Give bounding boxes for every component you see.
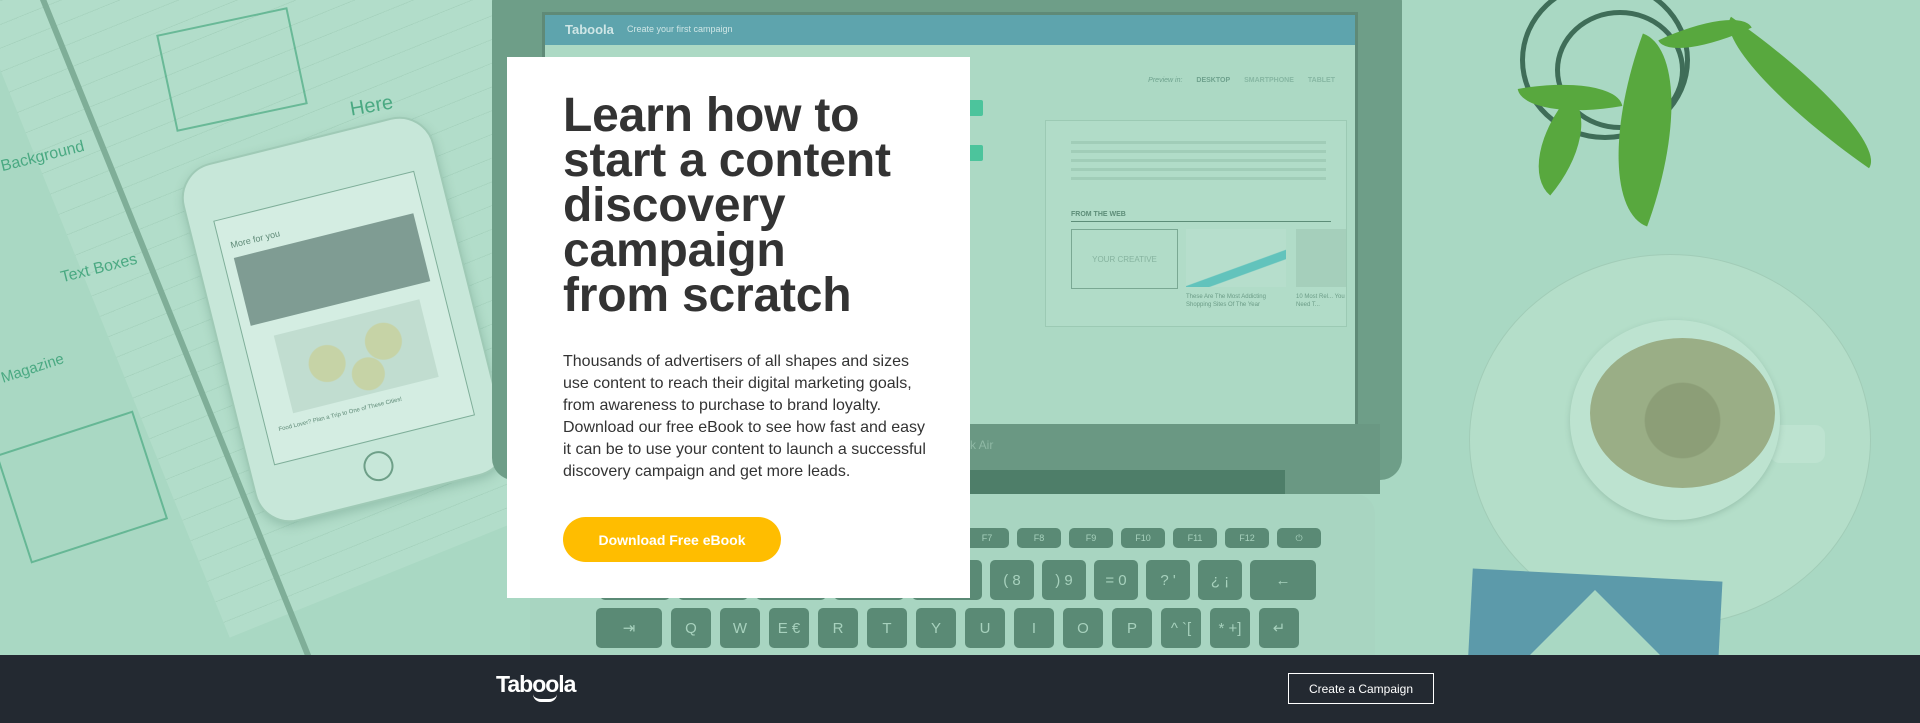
keyboard-key: F10 [1121,528,1165,548]
laptop-screen-breadcrumb: Create your first campaign [627,24,733,34]
sketch-box [0,410,169,564]
keyboard-key: F8 [1017,528,1061,548]
plant-leaf [1705,16,1895,169]
keyboard-key: O [1063,608,1103,648]
preview-label: Preview in: [1148,77,1183,84]
keyboard-key: = 0 [1094,560,1138,600]
keyboard-key: F12 [1225,528,1269,548]
keyboard-key: ) 9 [1042,560,1086,600]
keyboard-key: ? ' [1146,560,1190,600]
widget-text-lines [1071,141,1326,186]
keyboard-key: R [818,608,858,648]
smile-icon [533,694,558,702]
keyboard-key: U [965,608,1005,648]
keyboard-key: E € [769,608,809,648]
keyboard-key: ↵ [1259,608,1299,648]
title-line: from scratch [563,269,852,322]
laptop-screen-logo: Taboola [565,22,614,37]
keyboard-key: ^ `[ [1161,608,1201,648]
logo-smile-icon: oo [532,671,559,702]
phone-screen: More for you Food Lover? Plan a Trip to … [213,170,476,466]
article-thumbnail [1186,229,1286,287]
logo-text-end: la [558,671,576,697]
widget-preview: FROM THE WEB YOUR CREATIVE These Are The… [1045,120,1347,327]
keyboard-key: F7 [965,528,1009,548]
keyboard-key: ¿ ¡ [1198,560,1242,600]
keyboard-key: ( 8 [990,560,1034,600]
download-ebook-button[interactable]: Download Free eBook [563,517,781,562]
laptop-brand-label: k Air [970,438,994,452]
keyboard-key: ⇥ [596,608,662,648]
preview-tablet: TABLET [1307,77,1335,84]
article-thumbnail [1296,229,1346,287]
description-text: Thousands of advertisers of all shapes a… [563,353,926,480]
blue-envelope-flap [1525,590,1665,655]
keyboard-key: I [1014,608,1054,648]
article-caption: 10 Most Rel... You Need T... [1296,294,1345,308]
ebook-promo-card: Learn how to start a content discovery c… [507,57,970,598]
preview-bar: Preview in: DESKTOP SMARTPHONE TABLET [1148,77,1335,84]
keyboard-key: W [720,608,760,648]
keyboard-key: F9 [1069,528,1113,548]
page-title: Learn how to start a content discovery c… [563,92,930,320]
sketch-word: Magazine [0,350,67,387]
keyboard-key: T [867,608,907,648]
keyboard-key: Y [916,608,956,648]
create-campaign-button[interactable]: Create a Campaign [1288,673,1434,704]
coffee [1590,338,1775,488]
keyboard-key: ← [1250,560,1316,600]
keyboard-key: P [1112,608,1152,648]
keyboard-key: * +] [1210,608,1250,648]
taboola-logo[interactable]: Taboo la [496,671,576,702]
keyboard-key: Q [671,608,711,648]
phone-home-button [360,447,397,485]
your-creative-placeholder: YOUR CREATIVE [1071,229,1178,289]
article-caption: These Are The Most Addicting Shopping Si… [1186,294,1266,308]
footer-bar: Taboo la Create a Campaign [0,655,1920,723]
preview-desktop: DESKTOP [1196,77,1231,84]
logo-text-start: Tab [496,671,533,697]
preview-smartphone: SMARTPHONE [1244,77,1294,84]
laptop-screen-topbar: Taboola Create your first campaign [545,15,1355,45]
keyboard-key: ⏻ [1277,528,1321,548]
from-the-web-label: FROM THE WEB [1071,211,1331,222]
keyboard-key: F11 [1173,528,1217,548]
